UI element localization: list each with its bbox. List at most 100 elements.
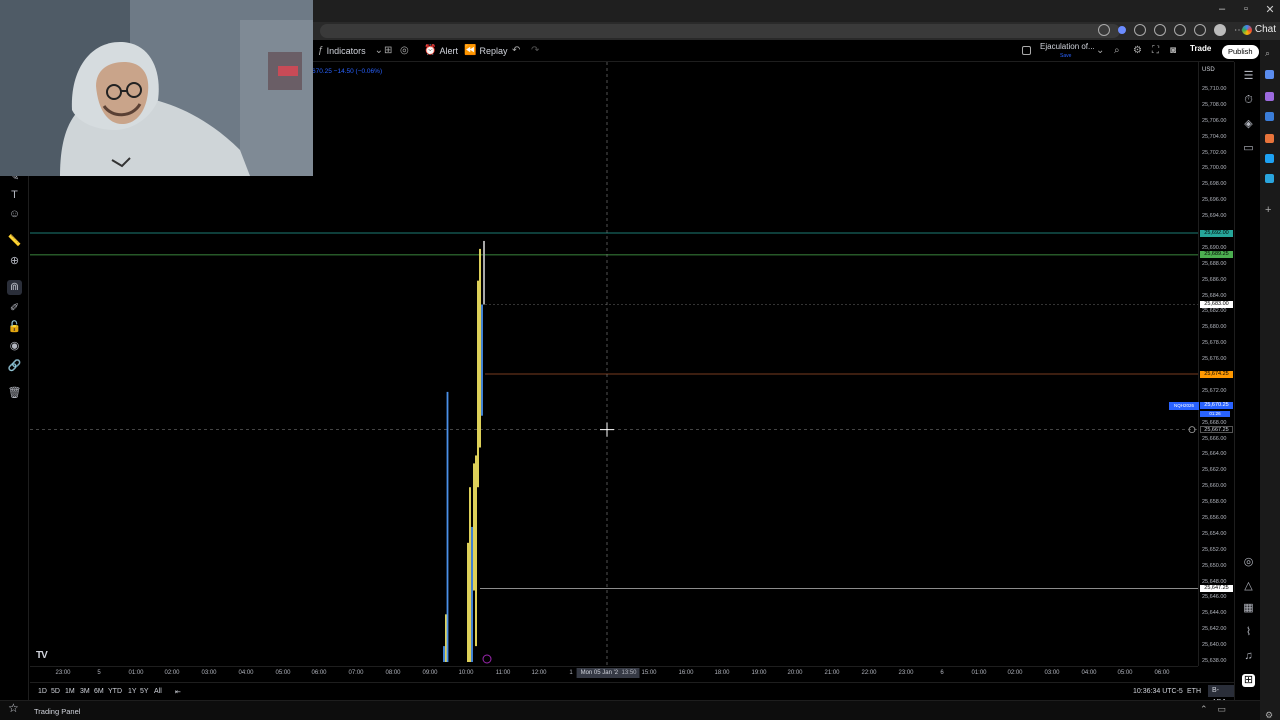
watchlist-icon[interactable]: ☰: [1242, 70, 1255, 83]
undo-button[interactable]: ↶: [512, 45, 520, 56]
extension-telegram-icon[interactable]: [1265, 174, 1274, 183]
chat-button[interactable]: Chat: [1241, 24, 1276, 35]
layouts-button[interactable]: ⊞: [384, 45, 392, 56]
panel-controls: ⌃ ▭: [1200, 704, 1226, 715]
price-line-tag: 25,647.25: [1200, 585, 1233, 592]
publish-button[interactable]: Publish: [1222, 45, 1259, 59]
trading-panel-label[interactable]: Trading Panel: [34, 707, 80, 716]
extension-purple-icon[interactable]: [1265, 92, 1274, 101]
trade-button[interactable]: Trade: [1190, 44, 1211, 53]
chevron-up-icon[interactable]: ⌃: [1200, 704, 1208, 715]
range-button-5y[interactable]: 5Y: [140, 688, 149, 695]
calendar-icon[interactable]: ▦: [1242, 602, 1255, 615]
emoji-icon[interactable]: ☺: [7, 207, 22, 222]
chat-bubble-icon[interactable]: ▭: [1242, 142, 1255, 155]
price-axis[interactable]: USD 25,710.00 25,708.00 25,706.00 25,704.00…: [1198, 62, 1234, 666]
refresh-extension-icon[interactable]: [1134, 24, 1146, 36]
time-tick-label: 02:00: [164, 670, 180, 676]
replay-button[interactable]: ⏪ Replay: [464, 45, 507, 56]
eye-icon[interactable]: ◉: [7, 339, 22, 354]
time-tick-label: 16:00: [678, 670, 694, 676]
close-button[interactable]: ✕: [1264, 3, 1276, 16]
url-field[interactable]: [320, 24, 1120, 38]
gear-icon[interactable]: ⚙: [1265, 710, 1274, 720]
bookmark-star-icon[interactable]: [1098, 24, 1110, 36]
range-button-1y[interactable]: 1Y: [128, 688, 137, 695]
copilot-logo-icon: [1241, 24, 1252, 35]
go-to-date-icon[interactable]: ⇤: [175, 688, 181, 696]
snapshot-button[interactable]: ◙: [1170, 45, 1176, 56]
clock[interactable]: 10:36:34 UTC-5: [1133, 688, 1183, 695]
notifications-bell-icon[interactable]: ♫: [1242, 650, 1255, 663]
candle: [446, 391, 449, 662]
maximize-button[interactable]: ▫: [1240, 3, 1252, 16]
tradingview-logo[interactable]: TV: [36, 650, 48, 661]
search-icon: ⌕: [1114, 45, 1120, 56]
adjustment-toggle[interactable]: B-ADJ: [1208, 685, 1234, 706]
layout-checkbox[interactable]: [1022, 46, 1031, 55]
template-icon: ◎: [400, 45, 409, 56]
extension-office-icon[interactable]: [1265, 134, 1274, 143]
extension-blue-icon[interactable]: [1265, 70, 1274, 79]
extension-outlook-icon[interactable]: [1265, 112, 1274, 121]
time-tick-label: 02:00: [1007, 670, 1023, 676]
lock-icon[interactable]: 🔓: [7, 320, 22, 335]
time-tick-label: 15:00: [641, 670, 657, 676]
range-button-ytd[interactable]: YTD: [108, 688, 122, 695]
range-button-all[interactable]: All: [154, 688, 162, 695]
restore-icon[interactable]: ▭: [1217, 704, 1226, 715]
webcam-feed-image: [0, 0, 313, 176]
settings-button[interactable]: ⚙: [1133, 45, 1142, 56]
extension-puzzle-icon[interactable]: [1154, 24, 1166, 36]
time-axis[interactable]: Mon 05 Jan '26 23:00 5 01:00 02:00 03:00 04:0…: [30, 666, 1198, 680]
news-feed-icon[interactable]: ⌇: [1242, 626, 1255, 639]
trash-icon[interactable]: 🗑: [7, 386, 22, 401]
alerts-clock-icon[interactable]: ⏱: [1242, 94, 1255, 107]
redo-button[interactable]: ↷: [531, 45, 539, 56]
time-tick-label: 23:00: [898, 670, 914, 676]
quick-search-button[interactable]: ⌕: [1114, 45, 1120, 56]
minimize-button[interactable]: –: [1216, 3, 1228, 16]
zoom-in-icon[interactable]: ⊕: [7, 254, 22, 269]
trading-panel-bar[interactable]: ☆ Trading Panel ⌃ ▭: [0, 700, 1260, 720]
price-line-tag: 25,689.25: [1200, 251, 1233, 259]
session-toggle[interactable]: ETH: [1187, 688, 1201, 695]
collections-icon[interactable]: [1194, 24, 1206, 36]
templates-button[interactable]: ◎: [400, 45, 409, 56]
add-icon[interactable]: +: [1265, 205, 1274, 216]
layers-icon[interactable]: ◈: [1242, 118, 1255, 131]
magnet-icon[interactable]: ⋒: [7, 280, 22, 295]
time-tick-label: 05:00: [1117, 670, 1133, 676]
rewind-icon: ⏪: [464, 45, 477, 56]
apps-grid-icon[interactable]: ⊞: [1242, 674, 1255, 687]
price-tick-label: 25,662.00: [1202, 467, 1227, 474]
ideas-icon[interactable]: △: [1242, 580, 1255, 593]
range-button-1d[interactable]: 1D: [38, 688, 47, 695]
range-button-3m[interactable]: 3M: [80, 688, 90, 695]
ruler-icon[interactable]: 📏: [7, 234, 22, 249]
event-marker-icon: [482, 654, 492, 664]
layout-dropdown-button[interactable]: ⌄: [1096, 45, 1104, 56]
alert-button[interactable]: ⏰ Alert: [424, 45, 458, 56]
search-icon[interactable]: ⌕: [1265, 48, 1274, 58]
extension-icon[interactable]: [1118, 26, 1126, 34]
text-tool-icon[interactable]: T: [7, 188, 22, 203]
link-icon[interactable]: 🔗: [7, 359, 22, 374]
date-range-bar: 10:36:34 UTC-5 ETH B-ADJ 1D 5D 1M 3M 6M YTD 1Y…: [30, 682, 1234, 706]
range-button-5d[interactable]: 5D: [51, 688, 60, 695]
time-tick-label: 23:00: [55, 670, 71, 676]
profile-avatar[interactable]: [1214, 24, 1226, 36]
indicators-button[interactable]: ƒ Indicators ⌄: [318, 45, 383, 56]
gear-icon: ⚙: [1133, 45, 1142, 56]
currency-selector[interactable]: USD: [1202, 67, 1215, 73]
extension-bing-icon[interactable]: [1265, 154, 1274, 163]
target-icon[interactable]: ◎: [1242, 556, 1255, 569]
layout-name[interactable]: Ejaculation of...: [1040, 43, 1095, 51]
range-button-1m[interactable]: 1M: [65, 688, 75, 695]
star-icon[interactable]: ☆: [8, 701, 22, 715]
fullscreen-button[interactable]: ⛶: [1152, 45, 1159, 56]
favorites-icon[interactable]: [1174, 24, 1186, 36]
range-button-6m[interactable]: 6M: [94, 688, 104, 695]
time-tick-label: 01:00: [971, 670, 987, 676]
pencil-lock-icon[interactable]: ✐: [7, 301, 22, 316]
